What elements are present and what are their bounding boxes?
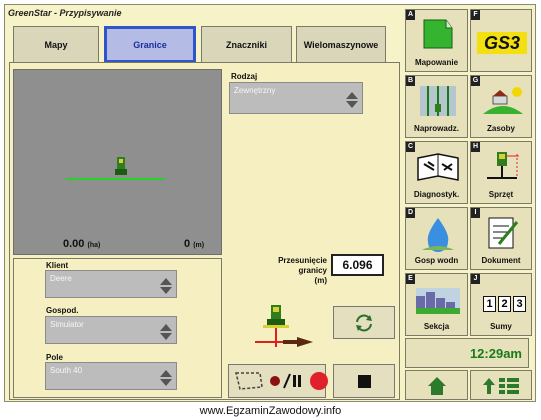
softkey-label: Diagnostyk. bbox=[413, 190, 460, 199]
pole-label: Pole bbox=[46, 353, 63, 362]
field-map-icon bbox=[423, 19, 453, 49]
pole-select[interactable]: South 40 bbox=[45, 362, 177, 390]
section-icon bbox=[416, 288, 460, 314]
softkey-label: Zasoby bbox=[486, 124, 515, 133]
softkey-label: Sumy bbox=[490, 322, 512, 331]
softkey-letter: I bbox=[471, 208, 480, 218]
water-drop-icon bbox=[422, 218, 454, 252]
refresh-arrows-icon bbox=[356, 314, 372, 331]
softkey-letter: C bbox=[406, 142, 415, 152]
document-icon bbox=[488, 217, 519, 249]
offset-label-line2: granicy bbox=[298, 266, 327, 275]
stop-button[interactable] bbox=[333, 364, 395, 398]
softkey-sprzet[interactable]: H Sprzęt bbox=[470, 141, 532, 204]
offset-label-line1: Przesunięcie bbox=[278, 256, 327, 265]
area-value: 0.00 bbox=[63, 238, 85, 250]
softkey-label: Sprzęt bbox=[488, 190, 514, 199]
softkey-sumy[interactable]: J 1 2 3 Sumy bbox=[470, 273, 532, 336]
tractor-icon bbox=[115, 157, 127, 175]
totals-digit: 2 bbox=[498, 296, 511, 312]
softkey-diagnostyk[interactable]: C Diagnostyk. bbox=[405, 141, 468, 204]
home-button[interactable] bbox=[405, 370, 468, 400]
softkey-mapowanie[interactable]: A Mapowanie bbox=[405, 9, 468, 72]
softkey-gosp-wodn[interactable]: D Gosp wodn bbox=[405, 207, 468, 270]
implement-boom-line bbox=[66, 178, 165, 180]
boundary-map-view[interactable]: 0.00 (ha) 0 (m) bbox=[13, 69, 222, 255]
softkey-naprowadz[interactable]: B Naprowadz. bbox=[405, 75, 468, 138]
totals-icon: 1 2 3 bbox=[483, 296, 526, 312]
diagnostics-book-icon bbox=[417, 153, 459, 181]
klient-value: Deere bbox=[50, 274, 72, 283]
record-indicator-icon bbox=[310, 372, 328, 390]
tab-znaczniki[interactable]: Znaczniki bbox=[201, 26, 292, 63]
softkey-letter: D bbox=[406, 208, 415, 218]
area-readout: 0.00 (ha) bbox=[63, 238, 100, 250]
softkey-dokument[interactable]: I Dokument bbox=[470, 207, 532, 270]
resources-icon bbox=[483, 87, 523, 114]
softkey-letter: J bbox=[471, 274, 480, 284]
updown-arrows-icon bbox=[346, 92, 358, 108]
offset-illustration-icon bbox=[255, 305, 313, 347]
updown-arrows-icon bbox=[160, 278, 172, 294]
gospod-select[interactable]: Simulator bbox=[45, 316, 177, 344]
gospod-label: Gospod. bbox=[46, 306, 79, 315]
boundary-offset-input[interactable]: 6.096 bbox=[331, 254, 384, 276]
menu-arrow-grid-icon bbox=[483, 378, 519, 394]
softkey-label: Sekcja bbox=[423, 322, 450, 331]
updown-arrows-icon bbox=[160, 324, 172, 340]
tab-granice[interactable]: Granice bbox=[104, 26, 196, 63]
distance-value: 0 bbox=[184, 238, 191, 250]
distance-unit: (m) bbox=[193, 242, 205, 249]
refresh-button[interactable] bbox=[333, 306, 395, 339]
softkey-letter: F bbox=[471, 10, 480, 20]
softkey-label: Gosp wodn bbox=[414, 256, 459, 265]
tab-wielomaszynowe[interactable]: Wielomaszynowe bbox=[296, 26, 386, 63]
menu-button[interactable] bbox=[470, 370, 532, 400]
softkey-letter: G bbox=[471, 76, 480, 86]
softkey-letter: H bbox=[471, 142, 480, 152]
softkey-label: Mapowanie bbox=[414, 58, 459, 67]
softkey-sekcja[interactable]: E Sekcja bbox=[405, 273, 468, 336]
softkey-label: Naprowadz. bbox=[414, 124, 459, 133]
rodzaj-select[interactable]: Zewnętrzny bbox=[229, 82, 363, 114]
window-title: GreenStar - Przypisywanie bbox=[8, 8, 122, 18]
updown-arrows-icon bbox=[160, 370, 172, 386]
softkey-label: Dokument bbox=[481, 256, 521, 265]
clock-display: 12:29am bbox=[405, 338, 529, 368]
klient-label: Klient bbox=[46, 261, 69, 270]
tab-mapy[interactable]: Mapy bbox=[13, 26, 99, 63]
area-unit: (ha) bbox=[87, 242, 101, 249]
softkey-letter: E bbox=[406, 274, 415, 284]
rodzaj-value: Zewnętrzny bbox=[234, 86, 276, 95]
pole-value: South 40 bbox=[50, 366, 83, 375]
equipment-icon bbox=[487, 152, 519, 179]
distance-readout: 0 (m) bbox=[184, 238, 204, 250]
softkey-gs3[interactable]: F GS3 bbox=[470, 9, 532, 72]
gospod-value: Simulator bbox=[50, 320, 84, 329]
softkey-letter: A bbox=[406, 10, 415, 20]
klient-select[interactable]: Deere bbox=[45, 270, 177, 298]
softkey-letter: B bbox=[406, 76, 415, 86]
footer-watermark: www.EgzaminZawodowy.info bbox=[199, 405, 342, 417]
home-icon bbox=[428, 377, 446, 395]
guidance-icon bbox=[420, 86, 456, 116]
rodzaj-label: Rodzaj bbox=[231, 72, 258, 81]
offset-unit: (m) bbox=[314, 276, 327, 285]
softkey-zasoby[interactable]: G Zasoby bbox=[470, 75, 532, 138]
stop-icon bbox=[357, 374, 371, 388]
gs3-logo: GS3 bbox=[477, 32, 527, 54]
totals-digit: 3 bbox=[513, 296, 526, 312]
offset-label: Przesunięcie granicy (m) bbox=[262, 256, 327, 286]
totals-digit: 1 bbox=[483, 296, 496, 312]
